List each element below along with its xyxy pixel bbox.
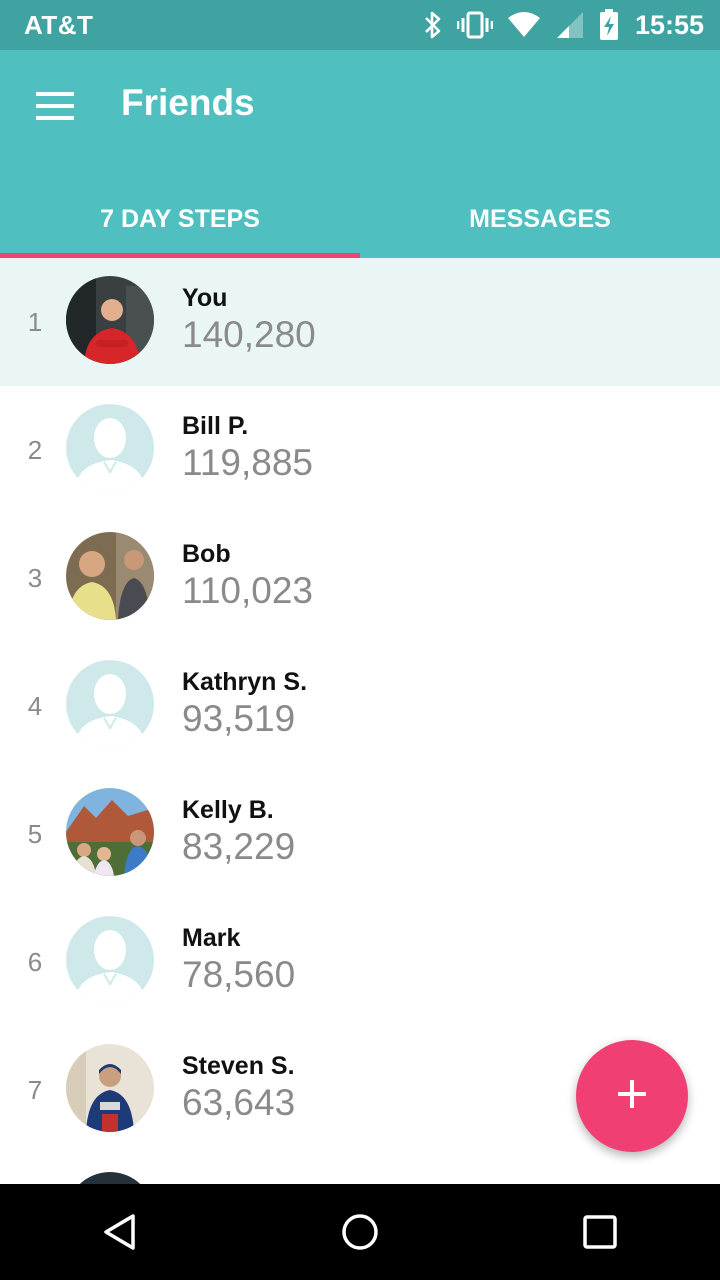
tab-7-day-steps[interactable]: 7 DAY STEPS — [0, 180, 360, 258]
tab-bar: 7 DAY STEPS MESSAGES — [0, 180, 720, 258]
leaderboard-row[interactable]: 4 Kathryn S. 93,519 — [0, 642, 720, 770]
leaderboard-row[interactable]: 3 Bob 110,023 — [0, 514, 720, 642]
system-nav-bar — [0, 1184, 720, 1280]
friend-name: Mark — [182, 924, 241, 952]
battery-charging-icon — [599, 9, 619, 41]
friend-name: Bob — [182, 540, 231, 568]
page-title: Friends — [121, 82, 255, 123]
step-count: 63,643 — [182, 1082, 296, 1123]
default-avatar-icon[interactable] — [66, 660, 154, 748]
app-bar: Friends 7 DAY STEPS MESSAGES — [0, 50, 720, 258]
home-icon[interactable] — [320, 1192, 400, 1272]
default-avatar-icon[interactable] — [66, 404, 154, 492]
tab-messages[interactable]: MESSAGES — [360, 180, 720, 258]
friend-name: Bill P. — [182, 412, 249, 440]
recents-icon[interactable] — [560, 1192, 640, 1272]
carrier-label: AT&T — [24, 9, 94, 40]
status-bar: AT&T 15:55 — [0, 0, 720, 50]
rank-label: 5 — [27, 818, 43, 849]
status-icons: 15:55 — [423, 9, 704, 41]
step-count: 93,519 — [182, 698, 296, 739]
step-count: 78,560 — [182, 954, 296, 995]
avatar[interactable] — [66, 1044, 154, 1132]
step-count: 140,280 — [182, 314, 316, 355]
rank-label: 7 — [27, 1074, 43, 1105]
default-avatar-icon[interactable] — [66, 916, 154, 1004]
step-count: 110,023 — [182, 570, 313, 611]
hamburger-menu-icon[interactable] — [30, 84, 82, 128]
avatar[interactable] — [66, 788, 154, 876]
leaderboard-list: 1 You 140,280 2 Bill P. 119,885 3 Bob 11… — [0, 258, 720, 1154]
clock: 15:55 — [634, 9, 704, 40]
friend-name: You — [182, 284, 228, 312]
step-count: 83,229 — [182, 826, 296, 867]
wifi-icon — [507, 11, 541, 39]
vibrate-icon — [456, 10, 493, 40]
rank-label: 2 — [27, 434, 43, 465]
leaderboard-row[interactable]: 6 Mark 78,560 — [0, 898, 720, 1026]
step-count: 119,885 — [182, 442, 313, 483]
add-friend-button[interactable] — [576, 1040, 688, 1152]
rank-label: 3 — [27, 562, 43, 593]
rank-label: 6 — [27, 946, 43, 977]
friend-name: Kelly B. — [182, 796, 274, 824]
avatar[interactable] — [66, 532, 154, 620]
avatar[interactable] — [66, 276, 154, 364]
rank-label: 1 — [27, 306, 43, 337]
plus-icon — [616, 1078, 648, 1115]
friend-name: Kathryn S. — [182, 668, 308, 696]
rank-label: 4 — [27, 690, 43, 721]
avatar-partial — [66, 1172, 154, 1184]
back-icon[interactable] — [80, 1192, 160, 1272]
leaderboard-row[interactable]: 5 Kelly B. 83,229 — [0, 770, 720, 898]
friend-name: Steven S. — [182, 1052, 295, 1080]
bluetooth-icon — [423, 10, 443, 40]
leaderboard-row[interactable]: 1 You 140,280 — [0, 258, 720, 386]
leaderboard-row[interactable]: 2 Bill P. 119,885 — [0, 386, 720, 514]
signal-icon — [555, 10, 585, 40]
